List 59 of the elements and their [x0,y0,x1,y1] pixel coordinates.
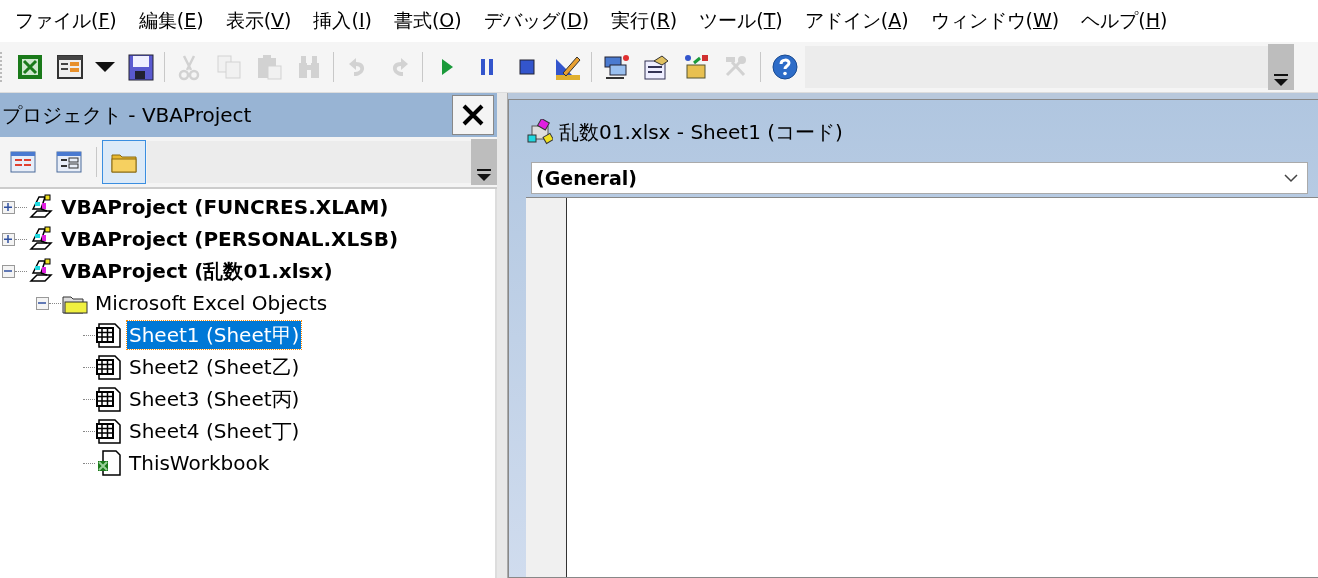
plus-icon [4,203,12,211]
minus-icon [38,302,46,304]
sheet-icon [95,385,123,413]
menu-item[interactable]: アドイン(A) [793,8,920,34]
code-window-title: 乱数01.xlsx - Sheet1 (コード) [559,118,843,146]
plus-icon [4,235,12,243]
menu-item[interactable]: デバッグ(D) [472,8,601,34]
menu-item[interactable]: 実行(R) [600,8,689,34]
tree-item[interactable]: Sheet4 (Sheet丁) [127,417,302,445]
tree-item[interactable]: Microsoft Excel Objects [93,289,330,317]
help-icon [771,53,799,81]
panel-title: プロジェクト - VBAProject [2,101,252,129]
tree-item[interactable]: VBAProject (乱数01.xlsx) [59,257,335,285]
project-icon [27,225,55,253]
tree-item[interactable]: Sheet2 (Sheet乙) [127,353,302,381]
run-icon [441,59,453,75]
dropdown-arrow-icon [95,62,115,72]
excel-icon [16,53,44,81]
close-button[interactable] [452,95,494,135]
code-view-icon [9,148,37,176]
minus-icon [4,270,12,272]
menu-item[interactable]: ヘルプ(H) [1070,8,1179,34]
menu-item[interactable]: 挿入(I) [302,8,383,34]
sheet-icon [95,321,123,349]
copy-icon [215,53,243,81]
workbook-icon [95,449,123,477]
sheet-icon [95,417,123,445]
tree-item[interactable]: ThisWorkbook [127,449,272,477]
close-icon [461,103,485,127]
project-icon [27,257,55,285]
object-box-icon [682,53,710,81]
module-icon [527,119,553,145]
form-view-icon [55,148,83,176]
tree-item[interactable]: Sheet3 (Sheet丙) [127,385,302,413]
menu-item[interactable]: 編集(E) [127,8,215,34]
expand-button[interactable] [1,232,15,246]
object-dropdown[interactable]: (General) [531,162,1308,194]
properties-icon [642,53,670,81]
project-icon [27,193,55,221]
chevron-down-icon [1271,72,1291,88]
sheet-icon [95,353,123,381]
clipboard-icon [255,53,283,81]
tree-item[interactable]: VBAProject (FUNCRES.XLAM) [59,193,391,221]
collapse-button[interactable] [35,296,49,310]
tree-item[interactable]: VBAProject (PERSONAL.XLSB) [59,225,401,253]
menu-item[interactable]: ツール(T) [688,8,794,34]
collapse-button[interactable] [1,264,15,278]
toolbar-overflow-button[interactable] [471,139,497,185]
chevron-down-icon [474,167,494,183]
menu-item[interactable]: ファイル(F) [4,8,128,34]
form-icon [56,53,84,81]
tree-item[interactable]: Sheet1 (Sheet甲) [127,321,302,349]
menu-item[interactable]: 表示(V) [214,8,303,34]
toolbar-overflow-button[interactable] [1268,44,1294,90]
menu-item[interactable]: ウィンドウ(W) [919,8,1071,34]
expand-button[interactable] [1,200,15,214]
project-explorer-icon [602,53,630,81]
menu-item[interactable]: 書式(O) [382,8,473,34]
chevron-down-icon [1283,173,1299,183]
